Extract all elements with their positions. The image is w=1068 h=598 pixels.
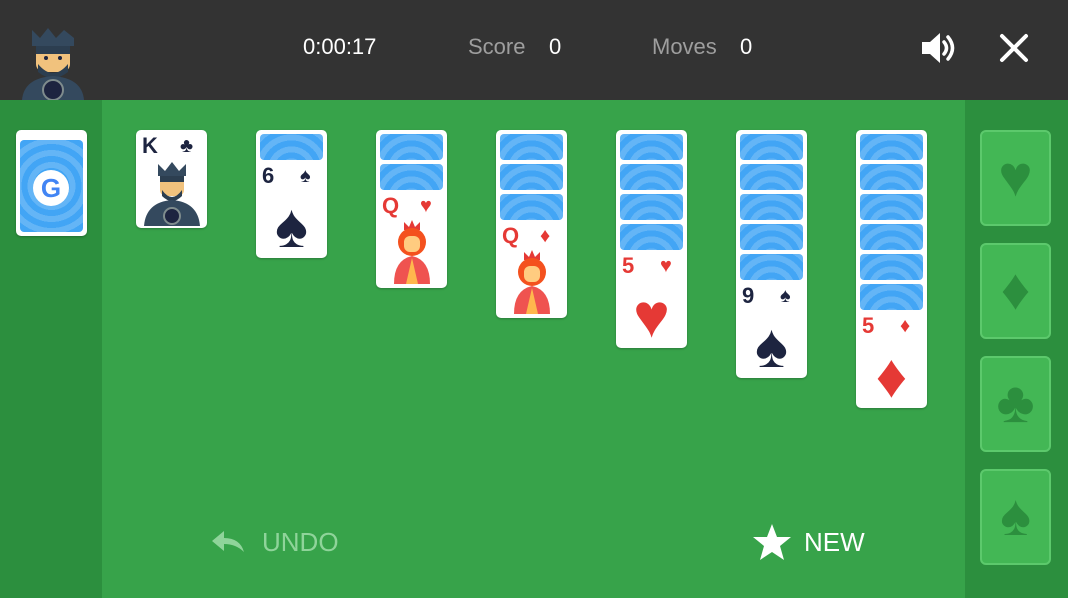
face-down-card [500, 134, 563, 160]
queen-figure-icon [500, 250, 564, 314]
face-down-card [380, 164, 443, 190]
new-label: NEW [804, 526, 865, 557]
club-icon: ♣ [996, 370, 1035, 435]
volume-icon[interactable] [918, 28, 958, 68]
face-down-card [860, 164, 923, 190]
card-pip-icon: ♠ [755, 312, 788, 378]
face-down-card [860, 284, 923, 310]
king-figure-icon [142, 162, 202, 226]
face-down-card [860, 254, 923, 280]
face-down-card [380, 134, 443, 160]
tableau-column-2[interactable]: 6 ♠ ♠ [256, 130, 327, 258]
face-down-card [620, 224, 683, 250]
card-suit: ♠ [780, 285, 791, 307]
card-rank: 9 [742, 283, 755, 308]
tableau-column-1[interactable]: K ♣ [136, 130, 207, 228]
card-suit: ♣ [180, 135, 194, 157]
undo-label: UNDO [262, 526, 339, 557]
card-rank: 5 [622, 253, 635, 278]
moves-value: 0 [740, 34, 753, 59]
card-rank: 5 [862, 313, 875, 338]
face-down-card [500, 164, 563, 190]
stock-pile[interactable]: G [16, 130, 87, 236]
timer: 0:00:17 [303, 34, 377, 59]
card-rank: K [142, 133, 158, 158]
tableau-column-3[interactable]: Q ♥ [376, 130, 447, 288]
face-down-card [740, 254, 803, 280]
tableau-column-5[interactable]: 5 ♥ ♥ [616, 130, 687, 348]
tableau-column-7[interactable]: 5 ♦ ♦ [856, 130, 927, 408]
card-suit: ♥ [660, 255, 672, 277]
card-suit: ♥ [420, 195, 432, 217]
score-label: Score [468, 34, 526, 59]
face-down-card [620, 194, 683, 220]
card-rank: Q [382, 193, 400, 218]
spade-icon: ♠ [1000, 483, 1031, 548]
card-suit: ♠ [300, 165, 311, 187]
tableau-column-4[interactable]: Q ♦ [496, 130, 567, 318]
face-down-card [620, 164, 683, 190]
foundation-slot-3[interactable]: ♣ [980, 356, 1051, 452]
face-down-card [860, 224, 923, 250]
king-avatar-icon [18, 24, 88, 101]
new-game-button[interactable]: NEW [752, 524, 865, 560]
card-rank: Q [502, 223, 520, 248]
top-bar: 0:00:17 Score 0 Moves 0 [0, 0, 1068, 101]
face-down-card [260, 134, 323, 160]
diamond-icon: ♦ [1000, 257, 1031, 322]
face-down-card [740, 194, 803, 220]
face-down-card [740, 224, 803, 250]
face-down-card [740, 164, 803, 190]
face-down-card [860, 194, 923, 220]
card-suit: ♦ [900, 315, 911, 337]
heart-icon: ♥ [998, 144, 1033, 209]
face-down-card [500, 194, 563, 220]
card-pip-icon: ♥ [633, 282, 670, 348]
card-pip-icon: ♦ [875, 342, 908, 408]
card-suit: ♦ [540, 225, 551, 247]
close-icon[interactable] [994, 28, 1034, 68]
foundation-slot-4[interactable]: ♠ [980, 469, 1051, 565]
google-logo-icon: G [33, 170, 69, 206]
undo-icon [212, 531, 244, 552]
moves-label: Moves [652, 34, 717, 59]
queen-figure-icon [380, 220, 444, 284]
undo-button[interactable]: UNDO [210, 524, 339, 560]
card-pip-icon: ♠ [275, 192, 308, 258]
foundation-slot-2[interactable]: ♦ [980, 243, 1051, 339]
face-down-card [740, 134, 803, 160]
face-down-card [620, 134, 683, 160]
star-icon [753, 524, 791, 560]
tableau-column-6[interactable]: 9 ♠ ♠ [736, 130, 807, 378]
face-down-card [860, 134, 923, 160]
card-rank: 6 [262, 163, 275, 188]
score-value: 0 [549, 34, 562, 59]
foundation-slot-1[interactable]: ♥ [980, 130, 1051, 226]
